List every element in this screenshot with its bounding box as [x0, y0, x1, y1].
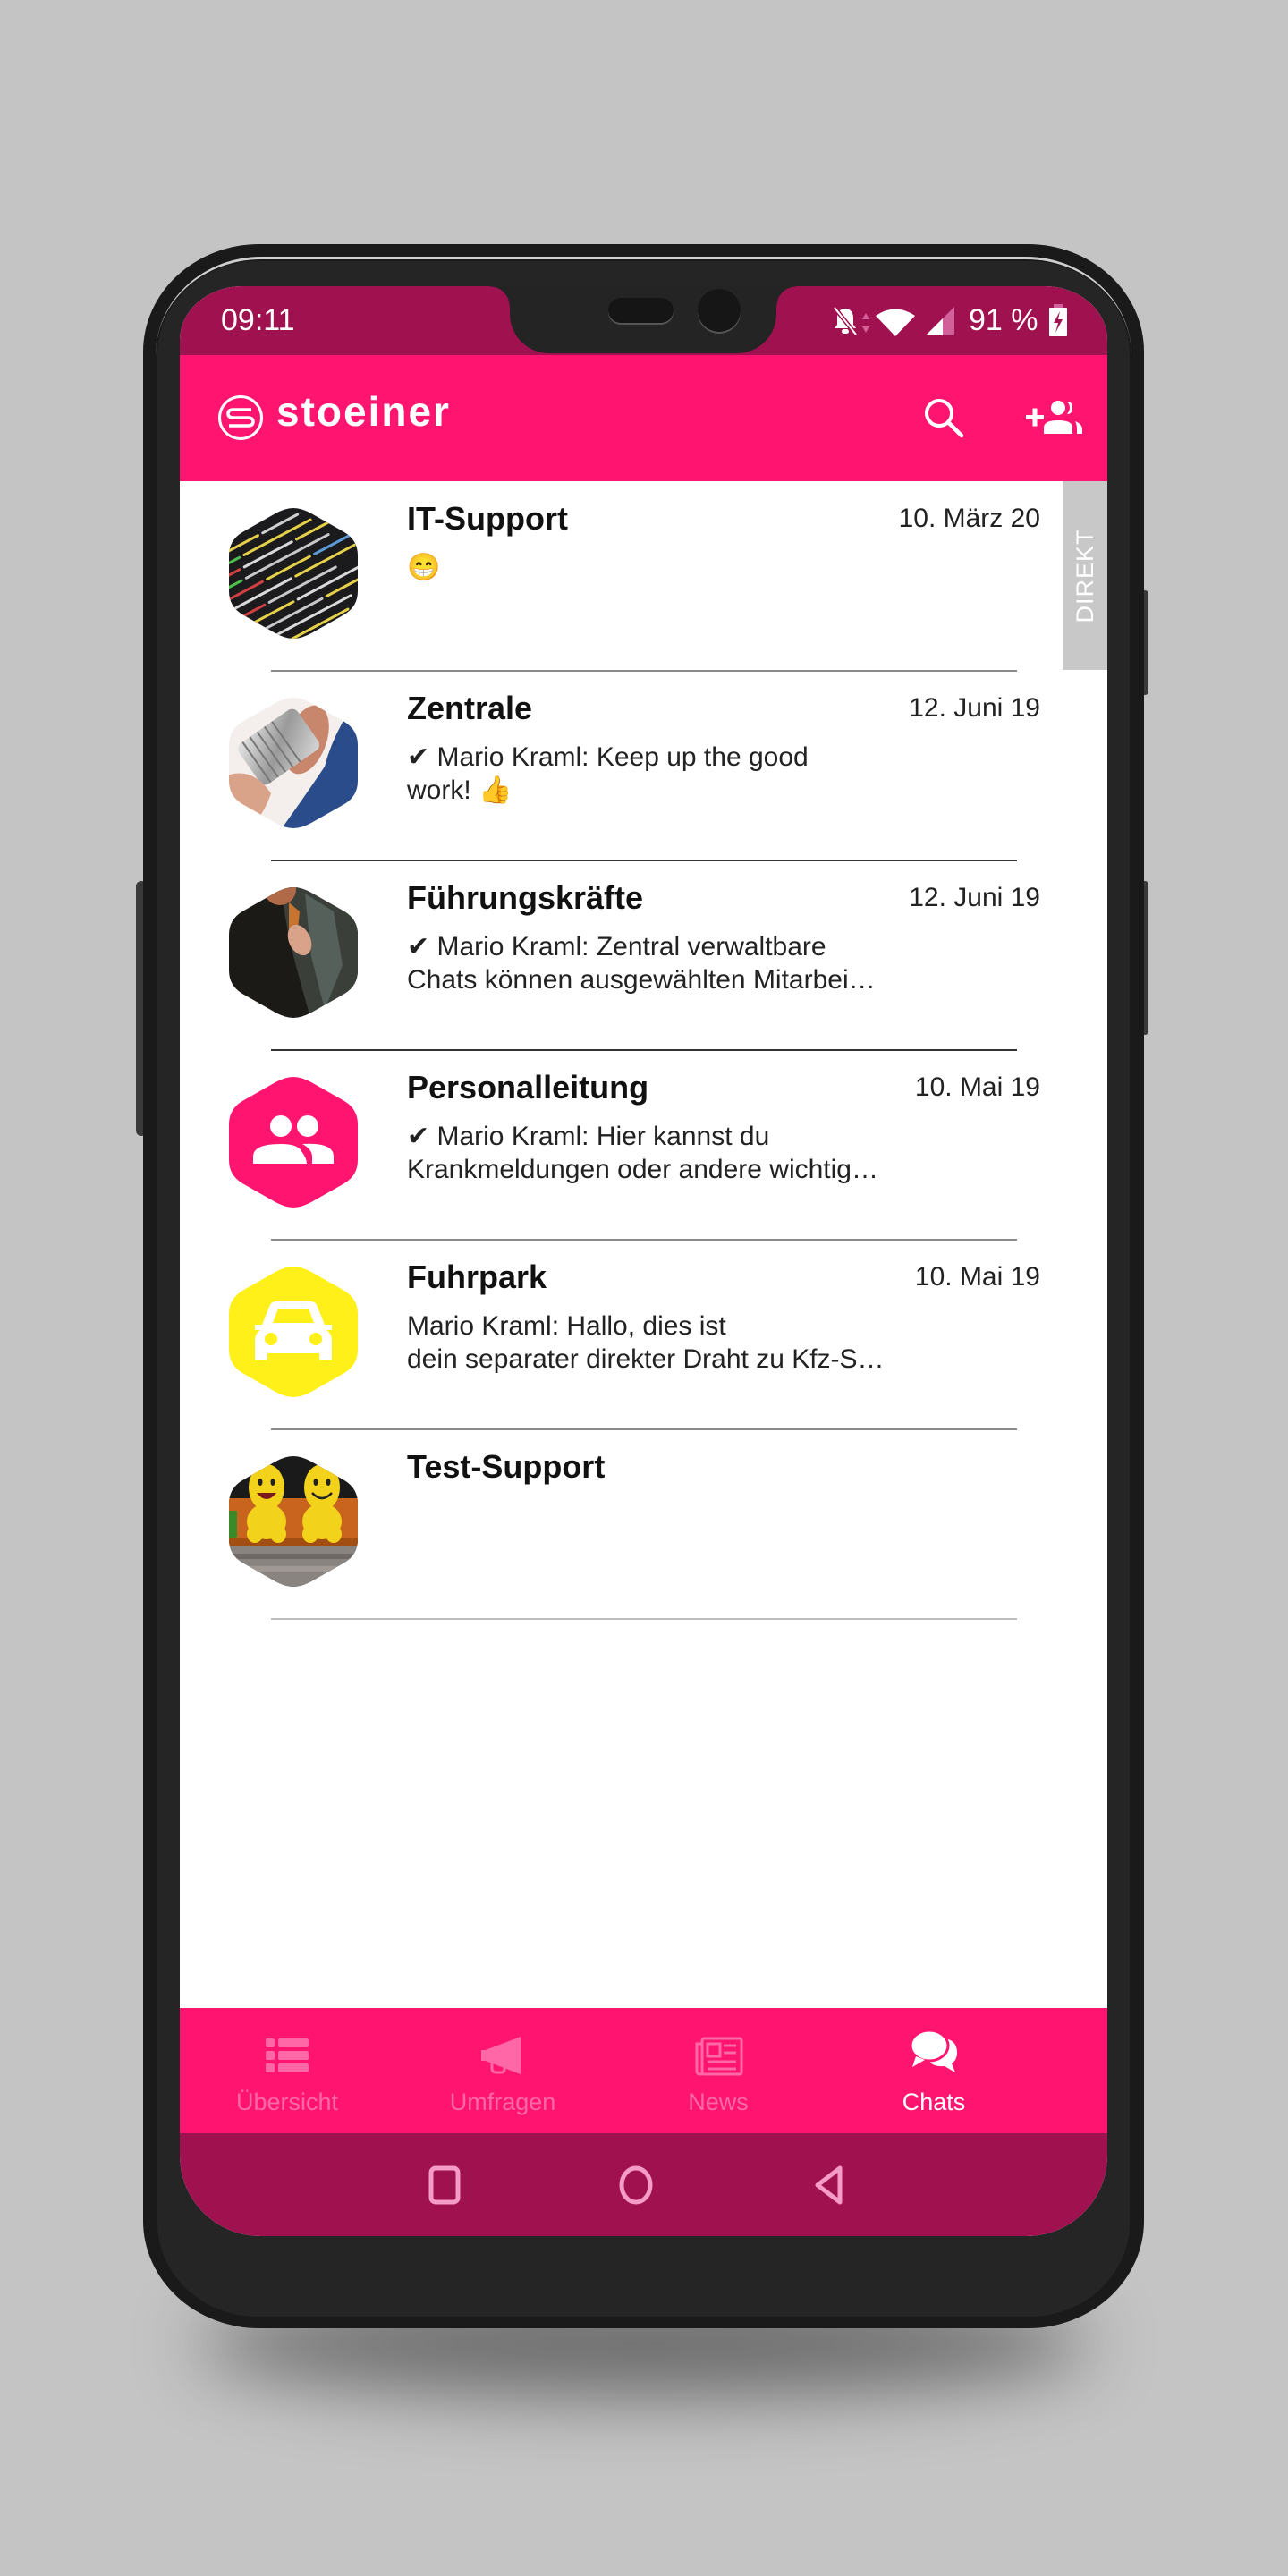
- chat-preview: ✔ Mario Kraml: Hier kannst du Krankmeldu…: [407, 1120, 908, 1186]
- newspaper-icon: [695, 2037, 743, 2076]
- app-bar: stoeiner: [180, 355, 1107, 481]
- nav-tab-label: Umfragen: [449, 2089, 556, 2115]
- chat-preview-line: work! 👍: [407, 775, 513, 805]
- back-icon: [815, 2165, 843, 2205]
- chat-list: IT-Support 10. März 20 😁 DIREKT Zentrale…: [180, 481, 1107, 2008]
- avatar: [229, 1267, 358, 1397]
- battery-charging-icon: [1049, 304, 1067, 336]
- chat-date: 12. Juni 19: [909, 883, 1040, 912]
- avatar: [229, 887, 358, 1018]
- group-add-icon: [1026, 401, 1082, 434]
- list-icon: [266, 2038, 309, 2072]
- chat-preview: Mario Kraml: Hallo, dies ist dein separa…: [407, 1309, 908, 1376]
- chat-title: Führungskräfte: [407, 879, 644, 916]
- back-button[interactable]: [806, 2162, 852, 2208]
- search-icon: [925, 399, 964, 438]
- chat-date: 10. Mai 19: [914, 1262, 1040, 1292]
- nav-tab-label: News: [688, 2089, 749, 2115]
- direkt-side-tab-label: DIREKT: [1072, 529, 1098, 623]
- nav-tab-umfragen[interactable]: Umfragen: [395, 2008, 610, 2133]
- chat-date: 12. Juni 19: [909, 693, 1040, 723]
- divider: [271, 1618, 1017, 1620]
- home-button[interactable]: [613, 2162, 659, 2208]
- chat-preview: ✔ Mario Kraml: Keep up the good work! 👍: [407, 741, 908, 807]
- chat-preview: ✔ Mario Kraml: Zentral verwaltbare Chats…: [407, 930, 908, 996]
- chat-date: 10. März 20: [898, 504, 1040, 533]
- chat-row-fuehrungskraefte[interactable]: Führungskräfte 12. Juni 19 ✔ Mario Kraml…: [180, 860, 1107, 1051]
- avatar: [229, 698, 358, 828]
- data-activity-icon: [862, 313, 869, 333]
- chat-title: Zentrale: [407, 690, 533, 726]
- chat-row-personalleitung[interactable]: Personalleitung 10. Mai 19 ✔ Mario Kraml…: [180, 1050, 1107, 1241]
- megaphone-icon: [481, 2037, 521, 2074]
- status-time: 09:11: [221, 303, 295, 337]
- signal-icon: [926, 307, 954, 335]
- recents-button[interactable]: [421, 2162, 468, 2208]
- chat-preview-line: Krankmeldungen oder andere wichtig…: [407, 1155, 878, 1184]
- app-logo-wordmark: stoeiner: [276, 388, 451, 435]
- nav-tab-label: Übersicht: [235, 2089, 339, 2115]
- chat-preview-line: Chats können ausgewählten Mitarbei…: [407, 965, 876, 995]
- front-camera: [698, 289, 741, 332]
- nav-tab-chats[interactable]: Chats: [826, 2008, 1041, 2133]
- chat-preview-line: ✔ Mario Kraml: Hier kannst du: [407, 1122, 770, 1151]
- chat-row-it-support[interactable]: IT-Support 10. März 20 😁: [180, 481, 1107, 672]
- chat-row-fuhrpark[interactable]: Fuhrpark 10. Mai 19 Mario Kraml: Hallo, …: [180, 1240, 1107, 1430]
- chat-preview-line: ✔ Mario Kraml: Keep up the good: [407, 742, 809, 772]
- chat-title: IT-Support: [407, 500, 568, 537]
- wifi-icon: [876, 309, 915, 336]
- notifications-off-icon: [833, 306, 858, 336]
- nav-tab-news[interactable]: News: [611, 2008, 826, 2133]
- chat-preview: 😁: [407, 551, 908, 584]
- chat-preview-line: dein separater direkter Draht zu Kfz-S…: [407, 1344, 885, 1374]
- avatar: [229, 1456, 358, 1587]
- chat-row-test-support[interactable]: Test-Support: [180, 1429, 1107, 1620]
- direkt-side-tab[interactable]: DIREKT: [1063, 481, 1107, 670]
- nav-tab-uebersicht[interactable]: Übersicht: [180, 2008, 394, 2133]
- battery-percentage: 91 %: [969, 303, 1038, 337]
- chat-bubbles-icon: [909, 2029, 957, 2072]
- display-notch: [490, 286, 796, 353]
- chat-preview-line: ✔ Mario Kraml: Zentral verwaltbare: [407, 932, 826, 962]
- chat-row-zentrale[interactable]: Zentrale 12. Juni 19 ✔ Mario Kraml: Keep…: [180, 671, 1107, 861]
- chat-preview-line: 😁: [407, 553, 441, 582]
- search-button[interactable]: [913, 389, 970, 446]
- chat-preview-line: Mario Kraml: Hallo, dies ist: [407, 1311, 726, 1341]
- phone-screen: 09:11 91 % stoeiner IT-Support 10. März …: [180, 286, 1107, 2236]
- bottom-navigation: Übersicht Umfragen News Chats: [180, 2008, 1107, 2133]
- add-group-button[interactable]: [1021, 389, 1089, 446]
- system-navigation-bar: [180, 2133, 1107, 2236]
- earpiece-speaker: [608, 298, 674, 323]
- home-icon: [619, 2165, 653, 2205]
- chat-title: Test-Support: [407, 1448, 606, 1485]
- avatar: [229, 1077, 358, 1208]
- chat-title: Fuhrpark: [407, 1258, 547, 1295]
- chat-title: Personalleitung: [407, 1069, 649, 1106]
- chat-date: 10. Mai 19: [914, 1072, 1040, 1102]
- avatar: [229, 508, 358, 639]
- nav-tab-label: Chats: [902, 2089, 966, 2115]
- stoeiner-logo-icon: [218, 395, 263, 440]
- recents-icon: [428, 2165, 461, 2205]
